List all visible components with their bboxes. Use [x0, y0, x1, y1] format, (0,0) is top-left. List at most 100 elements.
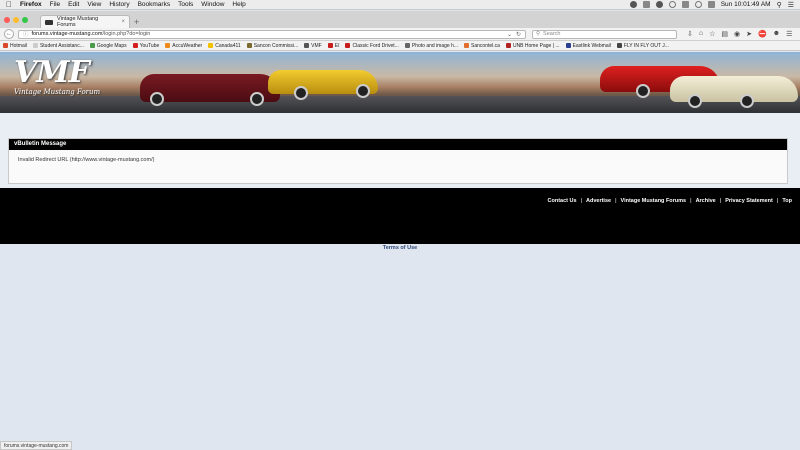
spotlight-search-icon[interactable]: ⚲	[777, 1, 782, 9]
bookmark-item[interactable]: Sancontel.ca	[464, 43, 500, 49]
bookmark-favicon-icon	[464, 43, 470, 48]
send-icon[interactable]: ➤	[746, 30, 752, 38]
profile-icon[interactable]: ☻	[773, 30, 780, 38]
bookmark-item[interactable]: EI	[327, 42, 340, 49]
bookmark-star-icon[interactable]: ☆	[709, 30, 715, 38]
car-wheel-image	[356, 84, 370, 98]
bookmark-item[interactable]: Google Maps	[89, 42, 127, 49]
site-identity-icon[interactable]: ⓘ	[23, 30, 29, 38]
bookmark-label: Hotmail	[10, 42, 27, 49]
url-path: /login.php?do=login	[102, 31, 151, 37]
bookmark-label: Google Maps	[96, 42, 127, 49]
menu-file[interactable]: File	[50, 1, 60, 8]
browser-status-bar: forums.vintage-mustang.com	[0, 441, 73, 450]
url-bar[interactable]: ⓘ forums.vintage-mustang.com/login.php?d…	[18, 29, 526, 39]
app-tray-icon[interactable]	[642, 1, 650, 8]
sync-icon[interactable]	[629, 1, 637, 8]
bookmark-item[interactable]: VMF	[304, 43, 322, 49]
bookmarks-toolbar: Hotmail Student Assistanc... Google Maps Yo…	[0, 41, 800, 51]
menu-edit[interactable]: Edit	[68, 1, 79, 8]
bookmark-item[interactable]: Hotmail	[3, 43, 27, 49]
bookmark-item[interactable]: UNB Home Page | ...	[505, 43, 560, 49]
footer-link-privacy-statement[interactable]: Privacy Statement	[725, 198, 773, 204]
search-icon: ⚲	[536, 31, 541, 37]
pocket-icon[interactable]: ◉	[734, 30, 740, 38]
bookmark-item[interactable]: Eastlink Webmail	[565, 42, 611, 49]
download-icon[interactable]: ⇩	[687, 30, 693, 38]
bookmark-label: AccuWeather	[172, 42, 203, 49]
bookmark-label: Student Assistanc...	[39, 42, 84, 49]
tab-title: Vintage Mustang Forums	[57, 16, 99, 28]
car-wheel-image	[250, 92, 264, 106]
footer-link-archive[interactable]: Archive	[696, 198, 716, 204]
bookmark-favicon-icon	[246, 43, 252, 48]
bookmark-label: YouTube	[139, 42, 160, 49]
bookmark-favicon-icon	[132, 43, 138, 48]
footer-link-advertise[interactable]: Advertise	[586, 198, 611, 204]
bookmark-item[interactable]: FLY IN FLY OUT J...	[616, 43, 669, 49]
bluetooth-icon[interactable]	[681, 1, 689, 8]
navigation-toolbar: ← ⓘ forums.vintage-mustang.com/login.php…	[0, 28, 800, 41]
bookmark-item[interactable]: Canada411	[208, 43, 241, 49]
bookmark-item[interactable]: Photo and image h...	[404, 43, 458, 49]
reading-list-icon[interactable]: ▤	[721, 30, 728, 38]
close-tab-icon[interactable]: ×	[121, 19, 125, 25]
menu-history[interactable]: History	[109, 1, 129, 8]
page-content: vBulletin Message Invalid Redirect URL (…	[0, 113, 800, 188]
menu-tools[interactable]: Tools	[178, 1, 193, 8]
hamburger-menu-icon[interactable]: ☰	[786, 30, 792, 38]
footer-link-vintage-mustang-forums[interactable]: Vintage Mustang Forums	[621, 198, 687, 204]
bookmark-item[interactable]: YouTube	[132, 42, 160, 49]
bookmark-favicon-icon	[165, 43, 171, 48]
menu-view[interactable]: View	[87, 1, 101, 8]
apple-menu-icon[interactable]: 	[6, 0, 12, 9]
logo-text: VMF	[14, 55, 90, 90]
car-wheel-image	[150, 92, 164, 106]
adblock-icon[interactable]: ⛔	[758, 30, 767, 38]
menu-window[interactable]: Window	[201, 1, 224, 8]
notification-center-icon[interactable]: ☰	[788, 1, 794, 9]
bookmark-label: Classic Ford Drivet...	[352, 42, 399, 49]
menu-bookmarks[interactable]: Bookmarks	[138, 1, 171, 8]
tab-vintage-mustang-forums[interactable]: Vintage Mustang Forums ×	[40, 15, 130, 28]
bookmark-favicon-icon	[32, 43, 38, 48]
bookmark-item[interactable]: Sancon Commissi...	[246, 42, 299, 49]
url-text[interactable]: forums.vintage-mustang.com/login.php?do=…	[32, 31, 503, 37]
bookmark-label: Sancon Commissi...	[253, 42, 299, 49]
search-bar[interactable]: ⚲ Search	[532, 29, 677, 39]
back-button[interactable]: ←	[4, 29, 14, 39]
footer-separator: |	[580, 198, 582, 204]
bookmark-label: EI	[334, 42, 340, 49]
footer-link-contact-us[interactable]: Contact Us	[548, 198, 577, 204]
menu-help[interactable]: Help	[232, 1, 245, 8]
wifi-icon[interactable]	[694, 1, 702, 8]
url-domain: forums.vintage-mustang.com	[31, 31, 103, 37]
bookmark-favicon-icon	[565, 43, 571, 48]
home-icon[interactable]: ⌂	[699, 30, 703, 38]
dropdown-history-icon[interactable]: ⌄	[507, 31, 512, 38]
bookmark-label: Eastlink Webmail	[572, 42, 611, 49]
new-tab-button[interactable]: +	[134, 17, 139, 27]
bookmark-favicon-icon	[345, 43, 351, 48]
menu-app-name[interactable]: Firefox	[20, 1, 42, 8]
bookmark-item[interactable]: Student Assistanc...	[32, 42, 84, 49]
clock-tray-icon[interactable]	[668, 1, 676, 8]
footer-link-top[interactable]: Top	[782, 198, 792, 204]
message-body: Invalid Redirect URL (http://www.vintage…	[18, 157, 155, 163]
shield-icon[interactable]	[655, 1, 663, 8]
vmf-logo[interactable]: VMF Vintage Mustang Forum	[14, 55, 100, 97]
volume-icon[interactable]	[707, 1, 715, 8]
window-controls	[4, 16, 28, 23]
bookmark-item[interactable]: AccuWeather	[165, 43, 202, 49]
bookmark-label: Sancontel.ca	[471, 42, 500, 49]
close-window-icon[interactable]	[4, 16, 10, 23]
bookmark-favicon-icon	[404, 43, 410, 48]
zoom-window-icon[interactable]	[22, 16, 28, 23]
browser-tab-strip: Vintage Mustang Forums × +	[0, 11, 800, 28]
terms-of-use-link[interactable]: Terms of Use	[0, 245, 800, 251]
message-title: vBulletin Message	[9, 139, 787, 150]
minimize-window-icon[interactable]	[13, 16, 19, 23]
bookmark-item[interactable]: Classic Ford Drivet...	[345, 42, 399, 49]
reload-icon[interactable]: ↻	[516, 31, 521, 38]
menu-clock[interactable]: Sun 10:01:49 AM	[721, 1, 771, 8]
